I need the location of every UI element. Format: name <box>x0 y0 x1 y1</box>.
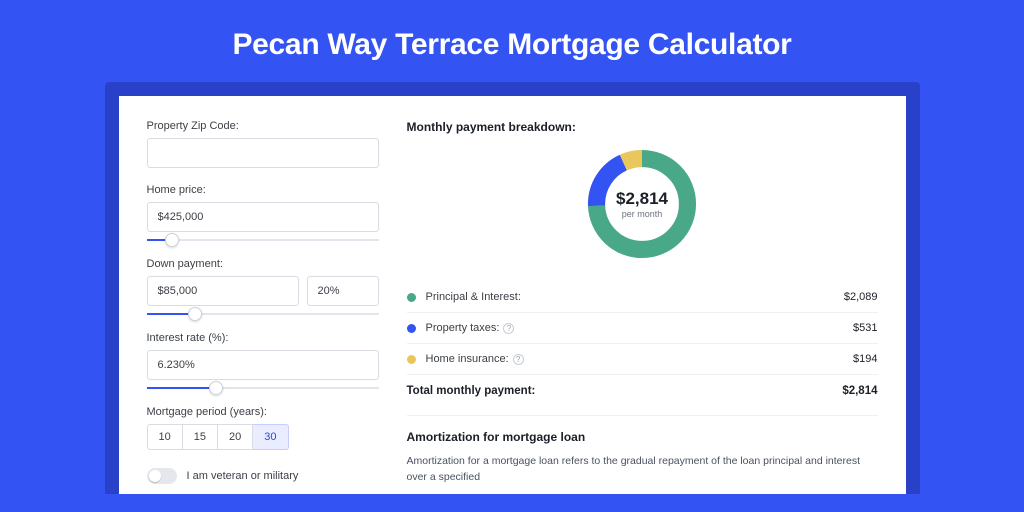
legend-dot <box>407 355 416 364</box>
down-payment-slider[interactable] <box>147 310 379 318</box>
legend-dot <box>407 293 416 302</box>
veteran-toggle[interactable] <box>147 468 177 484</box>
down-payment-label: Down payment: <box>147 258 379 270</box>
zip-input[interactable] <box>147 138 379 168</box>
breakdown-column: Monthly payment breakdown: $2,814 per mo… <box>407 120 878 486</box>
rate-field: Interest rate (%): <box>147 332 379 380</box>
amort-title: Amortization for mortgage loan <box>407 430 878 444</box>
home-price-label: Home price: <box>147 184 379 196</box>
amortization-section: Amortization for mortgage loan Amortizat… <box>407 415 878 486</box>
rate-label: Interest rate (%): <box>147 332 379 344</box>
breakdown-title: Monthly payment breakdown: <box>407 120 878 134</box>
form-column: Property Zip Code: Home price: Down paym… <box>147 120 379 486</box>
period-field: Mortgage period (years): 10152030 <box>147 406 379 450</box>
info-icon[interactable]: ? <box>503 323 514 334</box>
donut-amount: $2,814 <box>616 189 668 209</box>
zip-field: Property Zip Code: <box>147 120 379 168</box>
slider-thumb[interactable] <box>165 233 179 247</box>
down-payment-input[interactable] <box>147 276 299 306</box>
info-icon[interactable]: ? <box>513 354 524 365</box>
rate-slider[interactable] <box>147 384 379 392</box>
period-label: Mortgage period (years): <box>147 406 379 418</box>
legend-dot <box>407 324 416 333</box>
legend-row: Property taxes:? $531 <box>407 313 878 344</box>
period-btn-10[interactable]: 10 <box>147 424 183 450</box>
slider-thumb[interactable] <box>209 381 223 395</box>
calculator-panel: Property Zip Code: Home price: Down paym… <box>119 96 906 494</box>
slider-thumb[interactable] <box>188 307 202 321</box>
legend-value: $194 <box>853 353 877 365</box>
page-title: Pecan Way Terrace Mortgage Calculator <box>0 28 1024 62</box>
home-price-field: Home price: <box>147 184 379 232</box>
legend-label: Property taxes: <box>426 322 500 334</box>
calculator-frame: Property Zip Code: Home price: Down paym… <box>105 82 920 494</box>
home-price-input[interactable] <box>147 202 379 232</box>
legend-label: Home insurance: <box>426 353 509 365</box>
veteran-row: I am veteran or military <box>147 468 379 484</box>
amort-text: Amortization for a mortgage loan refers … <box>407 454 878 486</box>
legend-row: Home insurance:? $194 <box>407 344 878 374</box>
period-group: 10152030 <box>147 424 379 450</box>
legend-label: Principal & Interest: <box>426 291 521 303</box>
down-payment-pct-input[interactable] <box>307 276 379 306</box>
legend-row: Principal & Interest: $2,089 <box>407 282 878 313</box>
veteran-label: I am veteran or military <box>187 470 299 482</box>
legend-value: $531 <box>853 322 877 334</box>
down-payment-field: Down payment: <box>147 258 379 306</box>
period-btn-15[interactable]: 15 <box>183 424 218 450</box>
zip-label: Property Zip Code: <box>147 120 379 132</box>
donut-sub: per month <box>622 209 663 219</box>
legend: Principal & Interest: $2,089 Property taxe… <box>407 282 878 374</box>
period-btn-20[interactable]: 20 <box>218 424 253 450</box>
total-value: $2,814 <box>842 385 877 397</box>
period-btn-30[interactable]: 30 <box>253 424 288 450</box>
legend-value: $2,089 <box>844 291 878 303</box>
donut-chart: $2,814 per month <box>407 144 878 264</box>
total-label: Total monthly payment: <box>407 385 536 397</box>
rate-input[interactable] <box>147 350 379 380</box>
home-price-slider[interactable] <box>147 236 379 244</box>
total-row: Total monthly payment: $2,814 <box>407 374 878 409</box>
